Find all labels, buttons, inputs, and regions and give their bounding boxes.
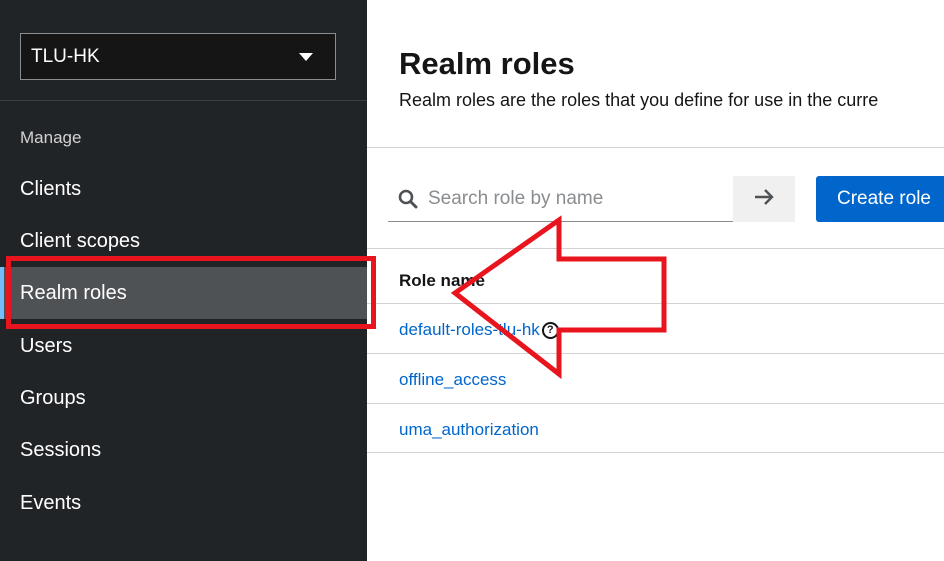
sidebar-divider [0, 100, 367, 101]
search-input[interactable] [428, 187, 728, 210]
role-link[interactable]: uma_authorization [399, 420, 539, 439]
main-content: Realm roles Realm roles are the roles th… [367, 0, 944, 561]
search-submit-button[interactable] [733, 176, 795, 222]
row-divider [367, 452, 944, 453]
sidebar-item-label: Sessions [20, 438, 102, 461]
sidebar-item-label: Groups [20, 386, 86, 409]
row-divider [367, 303, 944, 304]
toolbar-divider [367, 248, 944, 249]
table-row: offline_access [399, 370, 506, 390]
row-divider [367, 353, 944, 354]
caret-down-icon [299, 52, 313, 61]
role-link[interactable]: default-roles-tlu-hk [399, 320, 540, 339]
search-icon [388, 189, 428, 209]
table-row: default-roles-tlu-hk? [399, 320, 559, 340]
table-row: uma_authorization [399, 420, 539, 440]
sidebar-item-clients[interactable]: Clients [0, 163, 367, 215]
column-header-role-name[interactable]: Role name [399, 271, 485, 291]
sidebar-item-label: Client scopes [20, 229, 141, 252]
sidebar-item-events[interactable]: Events [0, 477, 367, 529]
header-divider [367, 147, 944, 148]
page-description: Realm roles are the roles that you defin… [399, 90, 879, 110]
sidebar-item-sessions[interactable]: Sessions [0, 424, 367, 476]
highlight-box [6, 256, 376, 329]
sidebar-item-label: Clients [20, 177, 82, 200]
sidebar-item-groups[interactable]: Groups [0, 372, 367, 424]
sidebar-item-label: Events [20, 491, 82, 514]
realm-name: TLU-HK [31, 45, 100, 67]
realm-selector[interactable]: TLU-HK [20, 33, 336, 80]
arrow-right-icon [753, 188, 775, 211]
sidebar-item-label: Users [20, 334, 73, 357]
row-divider [367, 403, 944, 404]
page-title: Realm roles [399, 46, 575, 81]
question-circle-icon[interactable]: ? [541, 322, 559, 339]
role-link[interactable]: offline_access [399, 370, 506, 389]
create-role-button[interactable]: Create role [816, 176, 944, 222]
nav-group-manage: Manage [20, 128, 82, 147]
search-box [388, 176, 733, 222]
